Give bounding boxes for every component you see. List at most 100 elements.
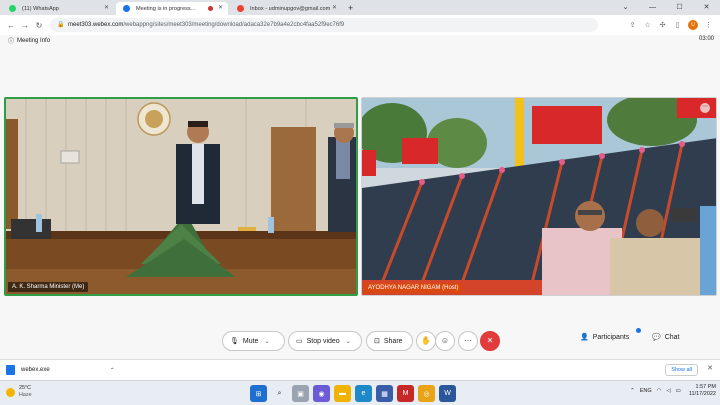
participants-icon: 👤 <box>580 334 589 341</box>
file-icon <box>6 365 15 375</box>
host-video-frame <box>362 98 716 295</box>
video-camera-icon: ▭ <box>296 338 303 345</box>
show-all-button[interactable]: Show all <box>665 364 698 376</box>
language-indicator[interactable]: ENG <box>640 388 652 394</box>
search-icon[interactable]: ⌕ <box>271 385 288 402</box>
tab-title: Meeting is in progress... <box>136 5 196 12</box>
close-icon[interactable]: ✕ <box>707 364 713 372</box>
share-button[interactable]: ⊡ Share <box>366 331 413 351</box>
participants-button[interactable]: 👤 Participants <box>580 333 630 342</box>
edge-icon[interactable]: e <box>355 385 372 402</box>
browser-toolbar: ← → ↻ 🔒 meet303.webex.com/webappng/sites… <box>0 15 720 35</box>
self-video-frame <box>6 99 356 294</box>
chat-app-icon[interactable]: ◉ <box>313 385 330 402</box>
url-host: meet303.webex.com <box>68 22 124 28</box>
system-tray: ⌃ ENG ◠ ◁ ▭ 1:57 PM 11/17/2022 <box>625 384 716 398</box>
maximize-icon[interactable]: ☐ <box>666 0 693 15</box>
clock-date: 11/17/2022 <box>688 391 716 397</box>
reactions-button[interactable]: ☺ <box>435 331 455 351</box>
mute-label: Mute <box>242 337 259 345</box>
end-call-button[interactable]: ✕ <box>480 331 500 351</box>
stop-video-button[interactable]: ▭ Stop video ⌄ <box>288 331 362 351</box>
browser-tab-strip: (11) WhatsApp ✕ Meeting is in progress..… <box>0 0 720 15</box>
volume-icon[interactable]: ◁ <box>666 388 670 394</box>
chevron-up-icon[interactable]: ⌃ <box>110 367 115 374</box>
recording-icon <box>208 6 213 11</box>
download-file-name: webex.exe <box>21 367 50 373</box>
more-options-icon[interactable]: ⋯ <box>700 103 710 113</box>
minimize-icon[interactable]: — <box>639 0 666 15</box>
tab-search-icon[interactable]: ⌄ <box>612 0 639 15</box>
chevron-down-icon[interactable]: ⌄ <box>264 338 269 345</box>
info-icon: ⓘ <box>8 39 15 45</box>
video-tile-self[interactable]: A. K. Sharma Minister (Me) <box>4 97 358 296</box>
mute-button[interactable]: 🎙 Mute ⌄ <box>222 331 285 351</box>
close-icon[interactable]: ✕ <box>104 4 109 11</box>
browser-menu-icon[interactable]: ⋮ <box>701 21 716 29</box>
profile-avatar[interactable]: U <box>688 20 698 30</box>
participants-label: Participants <box>592 333 630 341</box>
stop-video-label: Stop video <box>306 337 340 345</box>
windows-taskbar: 25°C Haze ⊞ ⌕ ▣ ◉ ▬ e ▦ M ◎ W ⌃ ENG ◠ ◁ … <box>0 380 720 405</box>
store-icon[interactable]: ▦ <box>376 385 393 402</box>
video-tile-host[interactable]: AYODHYA NAGAR NIGAM (Host) ⋯ <box>361 97 717 296</box>
close-icon[interactable]: ✕ <box>332 4 337 11</box>
whatsapp-icon <box>9 5 16 12</box>
windows-start-icon[interactable]: ⊞ <box>250 385 267 402</box>
chevron-up-icon[interactable]: ⌃ <box>630 388 635 394</box>
word-icon[interactable]: W <box>439 385 456 402</box>
extensions-icon[interactable]: ✣ <box>655 21 670 29</box>
microphone-icon: 🎙 <box>230 338 239 345</box>
battery-icon[interactable]: ▭ <box>676 388 681 394</box>
mcafee-icon[interactable]: M <box>397 385 414 402</box>
back-icon[interactable]: ← <box>4 21 18 30</box>
share-label: Share <box>383 337 403 345</box>
screen: (11) WhatsApp ✕ Meeting is in progress..… <box>0 0 720 405</box>
participant-name-label: AYODHYA NAGAR NIGAM (Host) <box>364 283 463 293</box>
meeting-info-label: Meeting Info <box>17 37 51 44</box>
chevron-down-icon[interactable]: ⌄ <box>346 338 351 345</box>
more-button[interactable]: ⋯ <box>458 331 478 351</box>
share-screen-icon: ⊡ <box>374 338 380 345</box>
sidepanel-icon[interactable]: ▯ <box>670 21 685 29</box>
webex-meeting-page: ⓘ Meeting Info 03:00 A. K. Sharma Minist… <box>0 35 720 359</box>
lock-icon: 🔒 <box>57 22 65 28</box>
share-page-icon[interactable]: ⇪ <box>625 21 640 29</box>
browser-tools: ⇪ ☆ ✣ ▯ U ⋮ <box>625 18 716 32</box>
wifi-icon[interactable]: ◠ <box>657 388 662 394</box>
chrome-icon[interactable]: ◎ <box>418 385 435 402</box>
gmail-icon <box>237 5 244 12</box>
clock[interactable]: 1:57 PM 11/17/2022 <box>689 384 716 398</box>
taskbar-apps: ⊞ ⌕ ▣ ◉ ▬ e ▦ M ◎ W <box>250 385 460 402</box>
url-path: /webappng/sites/meet303/meeting/download… <box>123 22 345 28</box>
meeting-info-button[interactable]: ⓘ Meeting Info <box>8 36 51 46</box>
window-controls: ⌄ — ☐ ✕ <box>612 0 720 15</box>
forward-icon[interactable]: → <box>18 21 32 30</box>
chat-label: Chat <box>664 333 680 341</box>
meeting-controls: 🎙 Mute ⌄ ▭ Stop video ⌄ ⊡ Share ✋ ☺ ⋯ ✕ … <box>0 328 720 351</box>
participant-name-label: A. K. Sharma Minister (Me) <box>8 282 89 292</box>
meeting-timer: 03:00 <box>698 36 714 42</box>
temperature: 25°C <box>19 385 32 391</box>
bookmark-star-icon[interactable]: ☆ <box>640 21 655 29</box>
clock-time: 1:57 PM <box>695 384 716 390</box>
raise-hand-button[interactable]: ✋ <box>416 331 436 351</box>
new-tab-icon[interactable]: + <box>348 2 353 15</box>
sun-icon <box>6 387 15 397</box>
tab-gmail-inbox[interactable]: Inbox - udminupgov@gmail.com ✕ <box>230 2 342 15</box>
download-bar: webex.exe ⌃ Show all ✕ <box>0 359 720 380</box>
task-view-icon[interactable]: ▣ <box>292 385 309 402</box>
close-window-icon[interactable]: ✕ <box>693 0 720 15</box>
weather-text: 25°C Haze <box>19 385 32 399</box>
download-item[interactable]: webex.exe ⌃ <box>6 363 115 377</box>
file-explorer-icon[interactable]: ▬ <box>334 385 351 402</box>
weather-condition: Haze <box>19 392 32 398</box>
tab-whatsapp[interactable]: (11) WhatsApp ✕ <box>2 2 114 15</box>
address-bar[interactable]: 🔒 meet303.webex.com/webappng/sites/meet3… <box>50 18 598 32</box>
reload-icon[interactable]: ↻ <box>32 21 46 30</box>
chat-icon: 💬 <box>652 334 661 341</box>
close-icon[interactable]: ✕ <box>218 4 223 11</box>
tab-webex-meeting[interactable]: Meeting is in progress... ✕ <box>116 2 228 15</box>
weather-widget[interactable]: 25°C Haze <box>6 385 32 399</box>
chat-button[interactable]: 💬 Chat <box>652 333 680 342</box>
